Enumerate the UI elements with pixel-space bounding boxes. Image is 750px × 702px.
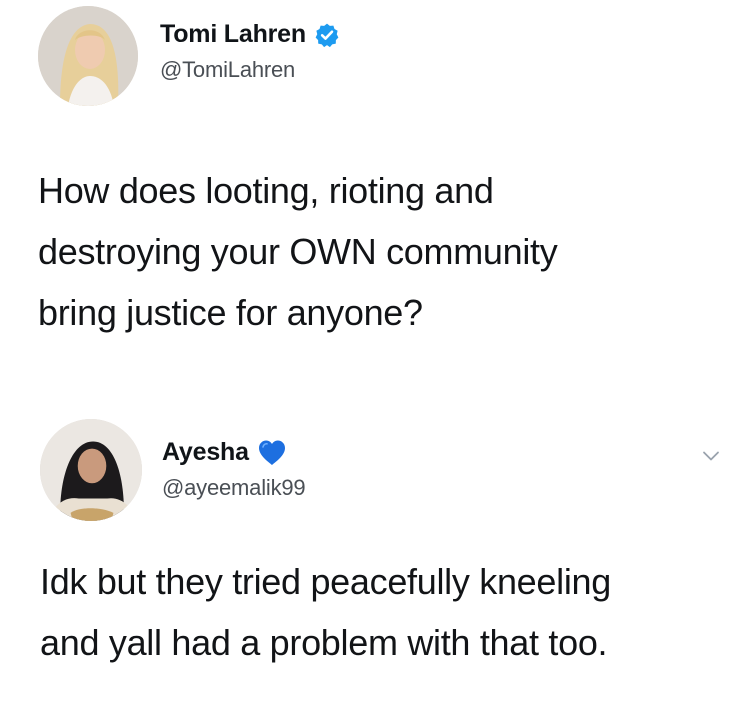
original-tweet: Tomi Lahren @TomiLahren How does looting… [0,0,750,333]
display-name[interactable]: Tomi Lahren [160,20,306,49]
display-name-row: Tomi Lahren [160,20,340,49]
author-names: Tomi Lahren @TomiLahren [160,20,340,83]
avatar[interactable] [40,419,142,521]
chevron-down-icon[interactable] [700,445,722,467]
author-names: Ayesha @ayeemalik99 [162,438,306,501]
tweet-text: Idk but they tried peacefully kneeling a… [40,561,611,663]
handle[interactable]: @ayeemalik99 [162,475,306,501]
avatar[interactable] [38,6,138,106]
avatar-photo [38,6,138,106]
tweet-header: Tomi Lahren @TomiLahren [0,0,750,110]
display-name-row: Ayesha [162,438,305,467]
blue-heart-icon [257,439,287,467]
tweet-text: How does looting, rioting and destroying… [38,170,558,333]
tweet-header: Ayesha @ayeemalik99 [0,405,750,521]
verified-badge-icon [314,22,340,48]
avatar-photo [40,419,142,521]
reply-tweet: Ayesha @ayeemalik99 Idk but they tried p… [0,405,750,663]
handle[interactable]: @TomiLahren [160,57,340,83]
display-name[interactable]: Ayesha [162,438,249,467]
